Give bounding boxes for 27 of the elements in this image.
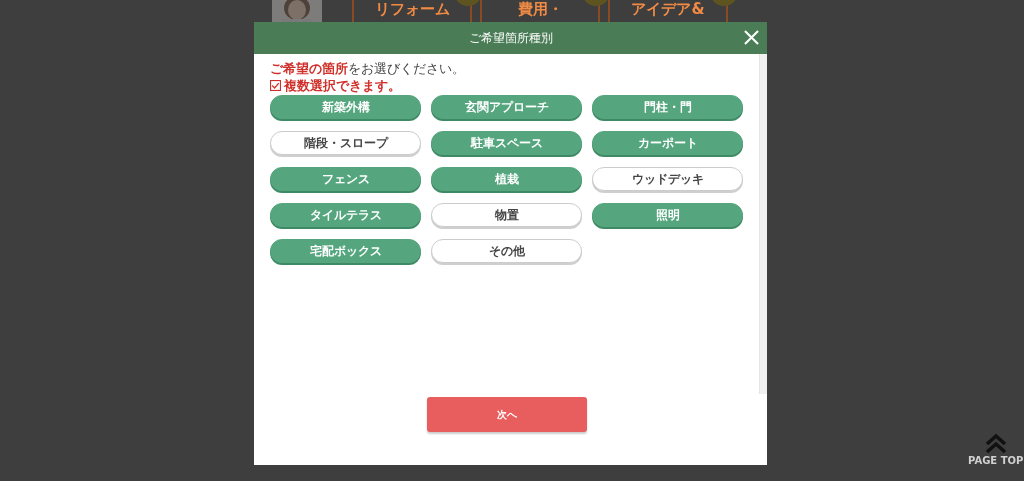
option-button[interactable]: 階段・スロープ	[270, 131, 421, 155]
option-button[interactable]: 照明	[592, 203, 743, 227]
option-button[interactable]: フェンス	[270, 167, 421, 191]
next-button[interactable]: 次へ	[426, 397, 587, 432]
double-chevron-up-icon	[983, 434, 1008, 454]
checkbox-icon	[270, 80, 281, 91]
scrollbar[interactable]	[759, 54, 767, 394]
step-label: リフォーム	[374, 0, 450, 18]
option-button[interactable]: 物置	[431, 203, 582, 227]
multi-select-note: 複数選択できます。	[284, 78, 401, 93]
option-button[interactable]: 駐車スペース	[431, 131, 582, 155]
close-icon[interactable]	[744, 30, 759, 45]
dialog-title: ご希望箇所種別	[468, 29, 553, 47]
page-top-label: PAGE TOP	[968, 455, 1024, 466]
option-button[interactable]: ウッドデッキ	[592, 167, 743, 191]
option-button[interactable]: タイルテラス	[270, 203, 421, 227]
option-button[interactable]: 玄関アプローチ	[431, 95, 582, 119]
option-button[interactable]: 植栽	[431, 167, 582, 191]
instruction-text: ご希望の箇所をお選びください。	[270, 61, 466, 76]
option-button[interactable]: 宅配ボックス	[270, 239, 421, 263]
step-label: アイデア&	[631, 0, 705, 18]
option-button[interactable]: その他	[431, 239, 582, 263]
option-button[interactable]: カーポート	[592, 131, 743, 155]
option-button[interactable]: 新築外構	[270, 95, 421, 119]
option-button[interactable]: 門柱・門	[592, 95, 743, 119]
step-label: 費用・	[517, 0, 563, 18]
page-top-button[interactable]: PAGE TOP	[968, 434, 1024, 466]
